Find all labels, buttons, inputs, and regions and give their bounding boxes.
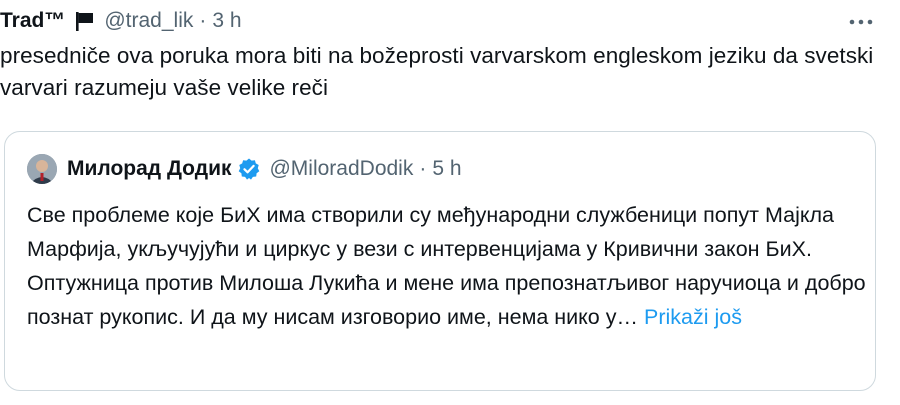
separator-dot: · (419, 157, 427, 180)
quoted-tweet-card[interactable]: Милорад Додик @MiloradDodik · 5 h Све пр… (4, 131, 876, 391)
quote-author-name[interactable]: Милорад Додик (67, 157, 231, 181)
quote-author-handle[interactable]: @MiloradDodik (269, 157, 413, 181)
separator-dot: · (199, 9, 207, 32)
more-horizontal-icon (849, 19, 873, 25)
verified-badge-icon (237, 157, 261, 181)
author-name[interactable]: Trad™ (0, 9, 65, 33)
avatar[interactable] (27, 154, 57, 184)
quote-text: Све проблеме које БиХ има створили су ме… (27, 198, 867, 334)
black-flag-icon (73, 10, 97, 32)
tweet-header: Trad™ @trad_lik · 3 h (0, 4, 242, 38)
more-options-button[interactable] (844, 10, 878, 34)
show-more-link[interactable]: Prikaži još (644, 305, 742, 329)
tweet-text: presedniče ova poruka mora biti na božep… (0, 43, 874, 100)
quote-timestamp[interactable]: 5 h (432, 157, 461, 181)
timestamp[interactable]: 3 h (212, 9, 241, 33)
author-handle[interactable]: @trad_lik (104, 9, 193, 33)
quote-header: Милорад Додик @MiloradDodik · 5 h (27, 154, 462, 184)
